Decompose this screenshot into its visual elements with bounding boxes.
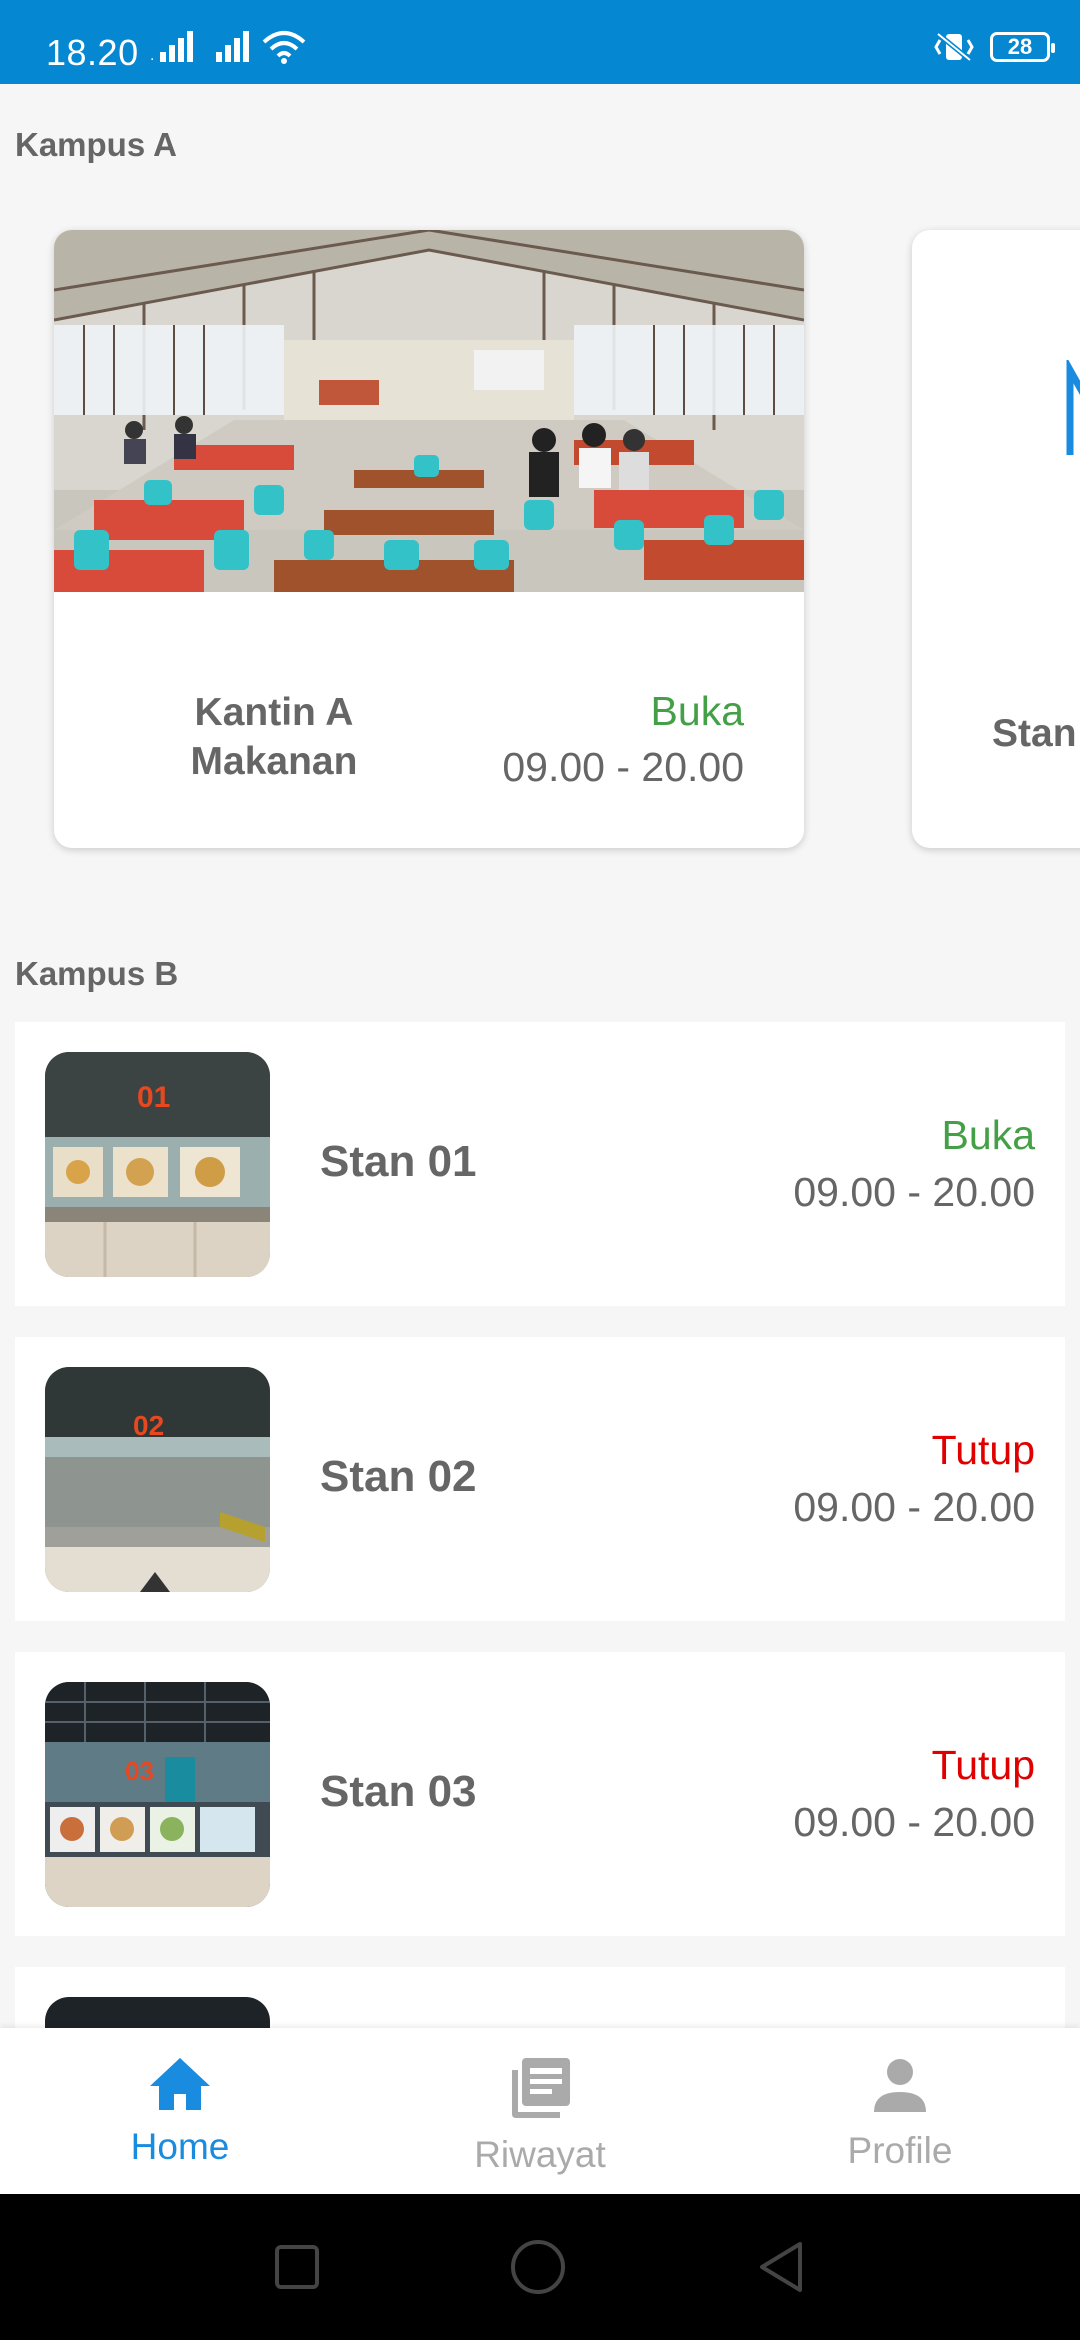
status-bar: 18.20 . 28 bbox=[0, 0, 1080, 84]
stan-item-02[interactable]: 02 Stan 02 Tutup 09.00 - 20.00 bbox=[15, 1337, 1065, 1621]
home-circle-icon[interactable] bbox=[509, 2238, 567, 2296]
stan-04-photo bbox=[45, 1997, 270, 2028]
kantin-photo bbox=[54, 230, 804, 592]
stan-01-hours: 09.00 - 20.00 bbox=[793, 1169, 1035, 1215]
stan-01-photo: 01 bbox=[45, 1052, 270, 1277]
system-nav-bar bbox=[0, 2194, 1080, 2340]
back-icon[interactable] bbox=[756, 2240, 806, 2294]
stan-01-status: Buka bbox=[941, 1112, 1035, 1158]
stan-02-status: Tutup bbox=[931, 1427, 1035, 1473]
nav-riwayat[interactable]: Riwayat bbox=[360, 2028, 720, 2194]
signal-icon bbox=[216, 31, 249, 62]
status-right-icons: 28 bbox=[932, 30, 1055, 64]
stan-logo-icon bbox=[1066, 360, 1080, 455]
stan-02-name: Stan 02 bbox=[320, 1452, 477, 1501]
stan-02-badge: 02 bbox=[133, 1410, 164, 1441]
battery-icon: 28 bbox=[990, 32, 1055, 62]
stan-02-hours: 09.00 - 20.00 bbox=[793, 1484, 1035, 1530]
nav-profile-label: Profile bbox=[847, 2130, 953, 2171]
kantin-card[interactable]: Kantin A Makanan Buka 09.00 - 20.00 bbox=[54, 230, 804, 848]
stan-card-partial[interactable]: Stan bbox=[912, 230, 1080, 848]
svg-text:.: . bbox=[150, 47, 154, 64]
section-title-kampus-a: Kampus A bbox=[15, 126, 177, 163]
vibrate-icon bbox=[934, 32, 974, 62]
wifi-icon bbox=[262, 31, 306, 64]
nav-profile[interactable]: Profile bbox=[720, 2028, 1080, 2194]
home-icon bbox=[150, 2058, 210, 2110]
kantin-name: Kantin A Makanan bbox=[190, 691, 358, 783]
stan-card-partial-name: Stan bbox=[992, 712, 1077, 755]
person-icon bbox=[874, 2059, 926, 2112]
stan-item-01[interactable]: 01 Stan 01 Buka 09.00 - 20.00 bbox=[15, 1022, 1065, 1306]
history-icon bbox=[512, 2058, 570, 2118]
nav-home-label: Home bbox=[130, 2126, 230, 2167]
stan-03-name: Stan 03 bbox=[320, 1767, 477, 1816]
kantin-status: Buka bbox=[650, 688, 744, 734]
status-signal-icons: . bbox=[150, 30, 306, 64]
kantin-hours: 09.00 - 20.00 bbox=[502, 744, 744, 790]
stan-03-status: Tutup bbox=[931, 1742, 1035, 1788]
stan-01-badge: 01 bbox=[137, 1081, 170, 1114]
signal-icon: . bbox=[150, 31, 193, 64]
stan-item-03[interactable]: 03 Stan 03 Tutup 09.00 - 20.00 bbox=[15, 1652, 1065, 1936]
status-time: 18.20 bbox=[46, 32, 139, 73]
stan-03-badge: 03 bbox=[125, 1756, 154, 1786]
nav-riwayat-label: Riwayat bbox=[474, 2134, 606, 2175]
stan-03-photo: 03 bbox=[45, 1682, 270, 1907]
stan-01-name: Stan 01 bbox=[320, 1137, 477, 1186]
stan-item-partial[interactable] bbox=[15, 1967, 1065, 2028]
nav-home[interactable]: Home bbox=[0, 2028, 360, 2194]
stan-02-photo: 02 bbox=[45, 1367, 270, 1592]
stan-03-hours: 09.00 - 20.00 bbox=[793, 1799, 1035, 1845]
bottom-nav: Home Riwayat Profile bbox=[0, 2028, 1080, 2194]
recents-icon[interactable] bbox=[274, 2244, 320, 2290]
section-title-kampus-b: Kampus B bbox=[15, 955, 179, 992]
